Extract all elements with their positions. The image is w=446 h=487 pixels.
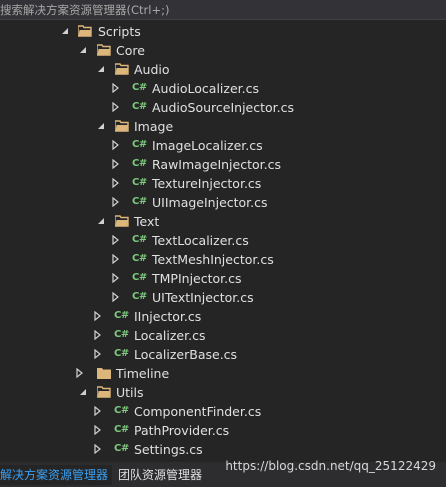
collapsed-arrow-icon[interactable] [110,235,120,245]
tree-node-label: AudioLocalizer.cs [152,81,260,96]
tree-node-image-localizer[interactable]: C# ImageLocalizer.cs [0,136,446,155]
tree-node-label: RawImageInjector.cs [152,157,281,172]
collapsed-arrow-icon[interactable] [110,254,120,264]
tree-node-label: Scripts [98,24,141,39]
csharp-file-icon: C# [132,82,147,93]
tree-node-texture-injector[interactable]: C# TextureInjector.cs [0,174,446,193]
tree-node-label: TextureInjector.cs [152,176,262,191]
tree-node-localizer-base[interactable]: C# LocalizerBase.cs [0,345,446,364]
collapsed-arrow-icon[interactable] [110,292,120,302]
csharp-file-icon: C# [132,177,147,188]
collapsed-arrow-icon[interactable] [110,140,120,150]
collapsed-arrow-icon[interactable] [92,330,102,340]
folder-open-icon [115,120,129,132]
tree-node-settings[interactable]: C# Settings.cs [0,440,446,459]
collapsed-arrow-icon[interactable] [110,178,120,188]
expanded-arrow-icon[interactable] [78,387,88,397]
csharp-file-icon: C# [114,443,129,454]
tree-node-label: Text [134,214,160,229]
tree-node-label: Timeline [116,366,170,381]
tree-node-label: IInjector.cs [134,309,202,324]
tree-node-image[interactable]: Image [0,117,446,136]
collapsed-arrow-icon[interactable] [110,159,120,169]
tree-node-audio[interactable]: Audio [0,60,446,79]
tree-node-label: TMPInjector.cs [152,271,242,286]
tree-node-path-provider[interactable]: C# PathProvider.cs [0,421,446,440]
tree-node-tmp-injector[interactable]: C# TMPInjector.cs [0,269,446,288]
tree-node-text-mesh-injector[interactable]: C# TextMeshInjector.cs [0,250,446,269]
tree-node-label: ComponentFinder.cs [134,404,262,419]
collapsed-arrow-icon[interactable] [92,349,102,359]
tree-node-label: Settings.cs [134,442,203,457]
collapsed-arrow-icon[interactable] [110,102,120,112]
tree-node-label: TextLocalizer.cs [152,233,249,248]
csharp-file-icon: C# [132,196,147,207]
tree-node-label: Core [116,43,145,58]
solution-explorer-panel: 搜索解决方案资源管理器(Ctrl+;) Scripts Core Audio C… [0,0,446,487]
folder-open-icon [115,63,129,75]
tree-node-iinjector[interactable]: C# IInjector.cs [0,307,446,326]
collapsed-arrow-icon[interactable] [74,368,84,378]
collapsed-arrow-icon[interactable] [92,425,102,435]
tab-team-explorer[interactable]: 团队资源管理器 [118,465,202,485]
folder-open-icon [78,25,92,37]
csharp-file-icon: C# [114,348,129,359]
expanded-arrow-icon[interactable] [96,121,106,131]
tree-node-text[interactable]: Text [0,212,446,231]
tree-node-text-localizer[interactable]: C# TextLocalizer.cs [0,231,446,250]
tree-node-localizer[interactable]: C# Localizer.cs [0,326,446,345]
csharp-file-icon: C# [132,253,147,264]
folder-open-icon [97,386,111,398]
csharp-file-icon: C# [132,101,147,112]
tree-node-label: Utils [116,385,144,400]
collapsed-arrow-icon[interactable] [92,444,102,454]
tree-node-ui-image-injector[interactable]: C# UIImageInjector.cs [0,193,446,212]
tree-node-label: UITextInjector.cs [152,290,254,305]
tree-node-label: Localizer.cs [134,328,206,343]
collapsed-arrow-icon[interactable] [110,83,120,93]
tree-node-utils[interactable]: Utils [0,383,446,402]
tree-node-label: TextMeshInjector.cs [152,252,274,267]
tree-node-label: AudioSourceInjector.cs [152,100,295,115]
watermark: https://blog.csdn.net/qq_25122429 [225,459,436,473]
collapsed-arrow-icon[interactable] [110,197,120,207]
tree-node-ui-text-injector[interactable]: C# UITextInjector.cs [0,288,446,307]
tree-node-audio-localizer[interactable]: C# AudioLocalizer.cs [0,79,446,98]
expanded-arrow-icon[interactable] [78,45,88,55]
csharp-file-icon: C# [114,310,129,321]
tree-node-label: Audio [134,62,170,77]
collapsed-arrow-icon[interactable] [92,311,102,321]
folder-open-icon [115,215,129,227]
tree-node-label: ImageLocalizer.cs [152,138,263,153]
tree-node-label: PathProvider.cs [134,423,230,438]
tree-node-audio-source-injector[interactable]: C# AudioSourceInjector.cs [0,98,446,117]
expanded-arrow-icon[interactable] [96,216,106,226]
expanded-arrow-icon[interactable] [60,26,70,36]
csharp-file-icon: C# [132,234,147,245]
expanded-arrow-icon[interactable] [96,64,106,74]
tree-node-label: LocalizerBase.cs [134,347,238,362]
csharp-file-icon: C# [132,272,147,283]
tab-solution-explorer[interactable]: 解决方案资源管理器 [0,465,112,485]
tree-node-raw-image-injector[interactable]: C# RawImageInjector.cs [0,155,446,174]
csharp-file-icon: C# [132,139,147,150]
tree-node-scripts[interactable]: Scripts [0,22,446,41]
collapsed-arrow-icon[interactable] [110,273,120,283]
collapsed-arrow-icon[interactable] [92,406,102,416]
csharp-file-icon: C# [114,405,129,416]
tree-node-component-finder[interactable]: C# ComponentFinder.cs [0,402,446,421]
tree-node-label: Image [134,119,174,134]
search-bar[interactable]: 搜索解决方案资源管理器(Ctrl+;) [0,0,446,20]
folder-closed-icon [97,368,111,379]
csharp-file-icon: C# [114,329,129,340]
csharp-file-icon: C# [114,424,129,435]
tree-node-label: UIImageInjector.cs [152,195,268,210]
folder-open-icon [97,44,111,56]
tree-node-core[interactable]: Core [0,41,446,60]
search-input[interactable]: 搜索解决方案资源管理器(Ctrl+;) [0,2,169,18]
solution-tree: Scripts Core Audio C# AudioLocalizer.cs … [0,22,446,460]
csharp-file-icon: C# [132,158,147,169]
tree-node-timeline[interactable]: Timeline [0,364,446,383]
csharp-file-icon: C# [132,291,147,302]
